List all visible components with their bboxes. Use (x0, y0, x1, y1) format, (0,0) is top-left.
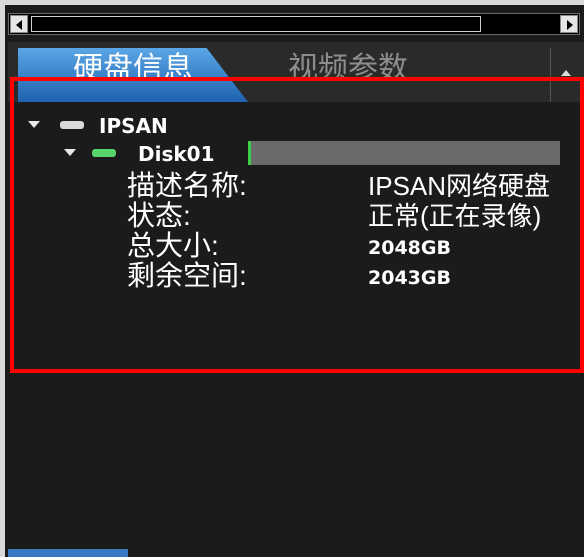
disk-usage-fill (248, 141, 252, 165)
property-value-total-size: 2048GB (368, 237, 451, 259)
chevron-up-icon (561, 70, 571, 76)
property-key-free-space: 剩余空间: (127, 260, 247, 291)
property-key-total-size: 总大小: (127, 230, 219, 261)
property-value-description: IPSAN网络硬盘 (368, 171, 551, 201)
arrow-right-icon (567, 20, 573, 30)
scroll-right-button[interactable] (560, 15, 578, 33)
bottom-tab-edge (8, 549, 128, 557)
expand-arrow-icon[interactable] (28, 121, 40, 128)
expand-arrow-icon[interactable] (64, 149, 76, 156)
disk-grey-icon (60, 121, 84, 129)
scroll-left-button[interactable] (10, 15, 28, 33)
tab-label: 硬盘信息 (73, 52, 193, 85)
horizontal-scrollbar[interactable] (8, 13, 580, 35)
scrollbar-thumb[interactable] (31, 16, 481, 32)
property-value-free-space: 2043GB (368, 267, 451, 289)
tab-disk-info[interactable]: 硬盘信息 (18, 48, 248, 102)
tab-strip: 硬盘信息 视频参数 (8, 42, 584, 102)
property-value-status: 正常(正在录像) (368, 201, 542, 231)
tree-node-disk01[interactable]: Disk01 (138, 143, 215, 165)
property-key-description: 描述名称: (127, 170, 247, 201)
tab-label: 视频参数 (288, 52, 408, 85)
tree-node-ipsan[interactable]: IPSAN (99, 115, 168, 137)
disk-green-icon (92, 149, 116, 157)
tab-video-params[interactable]: 视频参数 (230, 48, 470, 102)
arrow-left-icon (16, 20, 22, 30)
disk-usage-bar (248, 141, 560, 165)
property-key-status: 状态: (127, 200, 191, 231)
tab-scroll-button[interactable] (550, 48, 580, 102)
